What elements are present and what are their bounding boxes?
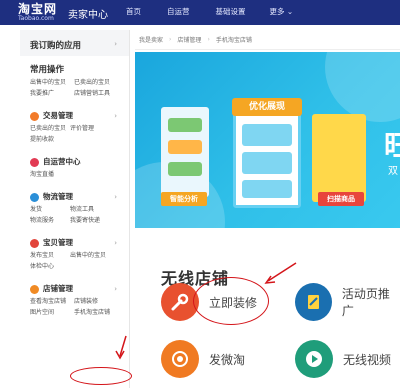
phone-content-block	[242, 124, 292, 146]
phone-content-block	[242, 180, 292, 198]
logo-text: 淘宝网	[18, 2, 58, 16]
phone-illustration-right	[312, 114, 366, 202]
sidebar-link[interactable]: 提前收款	[30, 135, 70, 144]
sidebar-section-label: 宝贝管理	[43, 238, 73, 247]
sidebar-link[interactable]: 物流工具	[70, 205, 130, 214]
sidebar-section-label: 物流管理	[43, 192, 73, 201]
sidebar-link[interactable]: 物流服务	[30, 216, 70, 225]
tool-activity-promotion[interactable]: 活动页推广	[295, 283, 400, 321]
breadcrumb-item[interactable]: 店铺管理	[177, 35, 201, 44]
tool-post-weitao[interactable]: 发微淘	[161, 340, 245, 378]
scan-goods-tag: 扫描商品	[318, 192, 364, 206]
phone-content-block	[168, 140, 202, 154]
note-icon	[295, 283, 332, 321]
chevron-right-icon: ›	[114, 285, 117, 293]
breadcrumb-item[interactable]: 我是卖家	[139, 35, 163, 44]
sidebar-section-label: 店铺管理	[43, 284, 73, 293]
sidebar-link[interactable]: 店铺装修	[74, 297, 130, 306]
nav-self-operation[interactable]: 自运营	[167, 6, 190, 17]
sidebar-section-title: 常用操作	[30, 65, 65, 75]
main-content: 我是卖家 › 店铺管理 › 手机淘宝店铺 优化展现 智能分析 扫描商品 旺 双 …	[135, 30, 400, 388]
sidebar-head[interactable]: 我订购的应用 ›	[20, 30, 129, 56]
nav-more[interactable]: 更多 ⌄	[270, 6, 294, 17]
sidebar-link[interactable]: 我要寄快递	[70, 216, 130, 225]
sidebar-section-items: 宝贝管理 › 发布宝贝 出售中的宝贝 体检中心	[20, 225, 129, 271]
sidebar-link[interactable]: 出售中的宝贝	[70, 251, 130, 260]
sidebar-link[interactable]: 查看淘宝店铺	[30, 297, 74, 306]
sidebar-section-common: 常用操作 出售中的宝贝 已卖出的宝贝 我要推广 店铺营销工具	[20, 56, 129, 98]
sidebar-link[interactable]: 店铺营销工具	[74, 89, 130, 98]
main-nav: 首页 自运营 基础设置 更多 ⌄	[126, 6, 293, 17]
breadcrumb-item-current: 手机淘宝店铺	[215, 37, 252, 44]
sidebar: 我订购的应用 › 常用操作 出售中的宝贝 已卖出的宝贝 我要推广 店铺营销工具 …	[20, 30, 130, 388]
highlight-circle-mobile-shop	[70, 367, 132, 385]
breadcrumb-separator: ›	[169, 36, 172, 43]
sidebar-section-label: 自运营中心	[43, 157, 81, 166]
sidebar-section-label: 交易管理	[43, 111, 73, 120]
nav-basic-settings[interactable]: 基础设置	[216, 6, 246, 17]
top-navigation-bar: 淘宝网 Taobao.com 卖家中心 首页 自运营 基础设置 更多 ⌄	[0, 0, 400, 25]
sidebar-link[interactable]: 我要推广	[30, 89, 74, 98]
broadcast-icon	[161, 340, 199, 378]
phone-content-block	[168, 118, 202, 132]
tool-label: 活动页推广	[341, 287, 390, 318]
nav-home[interactable]: 首页	[126, 6, 141, 17]
sidebar-head-label: 我订购的应用	[30, 41, 82, 51]
promo-banner[interactable]: 优化展现 智能分析 扫描商品 旺 双	[135, 52, 400, 228]
sidebar-section-logistics: 物流管理 › 发货 物流工具 物流服务 我要寄快递	[20, 179, 129, 225]
chevron-right-icon: ›	[114, 112, 117, 120]
tool-wireless-video[interactable]: 无线视频	[295, 340, 391, 378]
self-op-icon	[30, 157, 39, 167]
sidebar-section-shop: 店铺管理 › 查看淘宝店铺 店铺装修 图片空间 手机淘宝店铺	[20, 271, 129, 317]
sidebar-link[interactable]: 淘宝直播	[30, 170, 70, 179]
phone-content-block	[242, 152, 292, 174]
chevron-right-icon: ›	[114, 193, 117, 201]
breadcrumb-separator: ›	[207, 36, 210, 43]
shop-icon	[30, 284, 39, 294]
tool-label: 发微淘	[209, 352, 246, 367]
phone-content-block	[168, 162, 202, 176]
sidebar-section-trade: 交易管理 › 已卖出的宝贝 评价管理 提前收款	[20, 98, 129, 144]
chevron-right-icon: ›	[114, 40, 117, 48]
trade-icon	[30, 111, 39, 121]
tool-label: 无线视频	[343, 352, 392, 367]
highlight-circle-decorate-now	[193, 277, 269, 325]
chevron-right-icon: ›	[114, 239, 117, 247]
sidebar-link-mobile-shop[interactable]: 手机淘宝店铺	[74, 308, 130, 317]
logo-subtext: Taobao.com	[18, 15, 54, 22]
banner-headline: 旺	[384, 129, 400, 162]
sidebar-section-title[interactable]: 自运营中心	[30, 156, 129, 168]
sidebar-link[interactable]: 图片空间	[30, 308, 74, 317]
items-icon	[30, 238, 39, 248]
seller-center-title: 卖家中心	[68, 10, 108, 21]
video-icon	[295, 340, 333, 378]
sidebar-link[interactable]: 发货	[30, 205, 70, 214]
sidebar-link[interactable]: 出售中的宝贝	[30, 78, 74, 87]
smart-analysis-tag: 智能分析	[161, 192, 207, 206]
taobao-logo[interactable]: 淘宝网 Taobao.com	[18, 3, 57, 23]
sidebar-section-self-op: 自运营中心 淘宝直播	[20, 144, 129, 179]
sidebar-link[interactable]: 评价管理	[70, 124, 130, 133]
optimize-display-ribbon: 优化展现	[232, 98, 302, 116]
logistics-icon	[30, 192, 39, 202]
sidebar-link[interactable]: 已卖出的宝贝	[74, 78, 130, 87]
sidebar-link[interactable]: 体检中心	[30, 262, 70, 271]
sidebar-link[interactable]: 已卖出的宝贝	[30, 124, 70, 133]
breadcrumb: 我是卖家 › 店铺管理 › 手机淘宝店铺	[135, 30, 400, 50]
banner-subheadline: 双	[388, 166, 398, 177]
sidebar-link[interactable]: 发布宝贝	[30, 251, 70, 260]
banner-decoration	[325, 52, 400, 122]
